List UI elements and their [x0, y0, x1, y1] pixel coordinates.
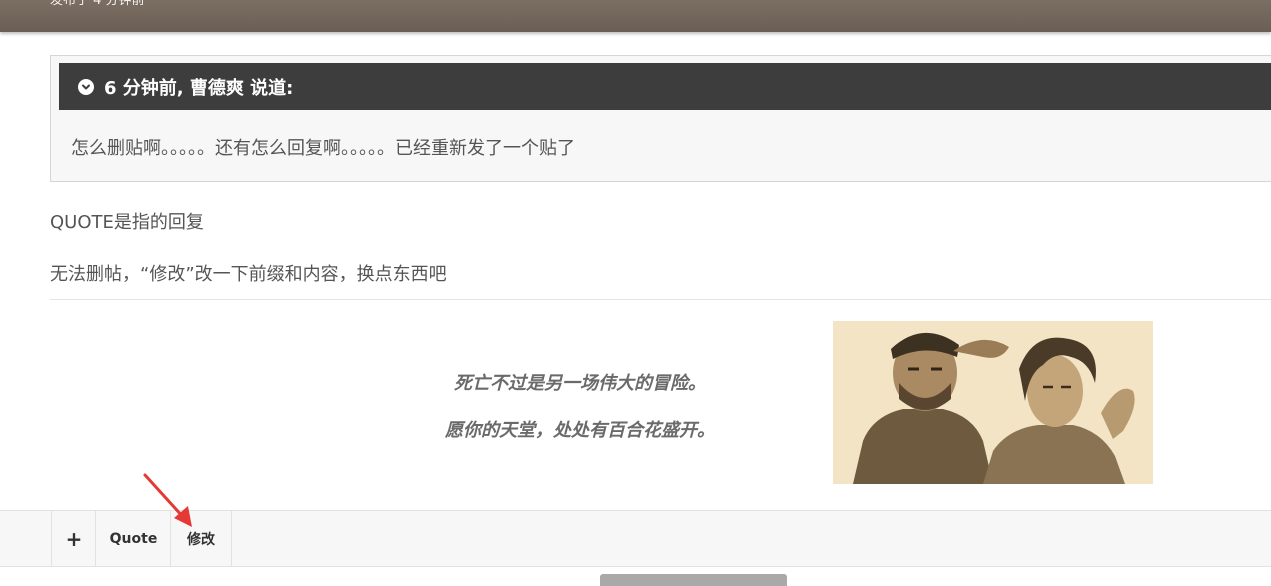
signature-image — [833, 321, 1153, 484]
signature-line: 愿你的天堂，处处有百合花盛开。 — [445, 420, 715, 441]
posted-time: 发布于 4 分钟前 — [50, 0, 145, 8]
scrollbar-thumb[interactable] — [600, 574, 787, 586]
quote-body-text: 怎么删贴啊。。。。。还有怎么回复啊。。。。。已经重新发了一个贴了 — [71, 138, 575, 159]
post-text-line: 无法删帖，“修改”改一下前缀和内容，换点东西吧 — [50, 264, 447, 285]
signature-divider — [50, 299, 1271, 300]
quote-header[interactable]: 6 分钟前, 曹德爽 说道: — [59, 63, 1271, 110]
quote-block: 6 分钟前, 曹德爽 说道: 怎么删贴啊。。。。。还有怎么回复啊。。。。。已经重… — [50, 55, 1271, 182]
quote-citation: 6 分钟前, 曹德爽 说道: — [104, 77, 294, 99]
multiquote-button[interactable]: + — [51, 511, 96, 566]
post-text-line: QUOTE是指的回复 — [50, 212, 204, 233]
edit-button[interactable]: 修改 — [170, 511, 232, 566]
post-action-bar: + Quote 修改 — [0, 510, 1271, 567]
quote-button[interactable]: Quote — [95, 511, 171, 566]
signature-line: 死亡不过是另一场伟大的冒险。 — [454, 373, 706, 394]
post-header-bar: 发布于 4 分钟前 — [0, 0, 1271, 32]
chevron-down-icon[interactable] — [78, 78, 94, 95]
